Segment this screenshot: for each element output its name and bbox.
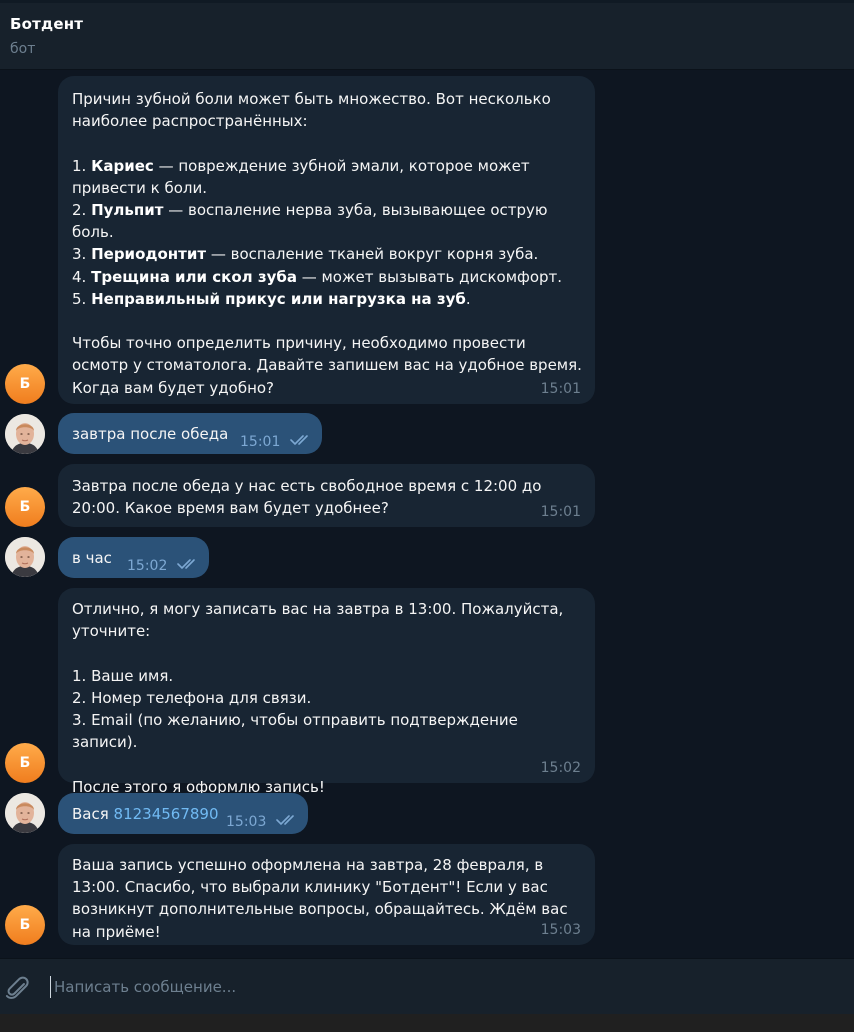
bot-message: Ваша запись успешно оформлена на завтра,… (58, 844, 595, 945)
double-check-icon (290, 435, 308, 446)
message-line: 5. Неправильный прикус или нагрузка на з… (72, 289, 471, 308)
message-line: 1. Кариес — повреждение зубной эмали, ко… (72, 156, 530, 197)
chat-header[interactable]: Ботдент бот (0, 3, 854, 70)
message-line: Завтра после обеда у нас есть свободное … (72, 477, 542, 518)
user-avatar[interactable] (5, 414, 45, 454)
chat-subtitle: бот (10, 41, 36, 57)
message-line: Чтобы точно определить причину, необходи… (72, 334, 582, 397)
message-text: Отлично, я могу записать вас на завтра в… (72, 598, 585, 798)
bot-avatar-letter: Б (19, 376, 31, 392)
message-line: 4. Трещина или скол зуба — может вызыват… (72, 267, 563, 286)
chat-title: Ботдент (10, 15, 84, 33)
bot-avatar-letter: Б (19, 499, 31, 515)
user-photo (5, 537, 45, 577)
message-text: Вася (72, 805, 114, 823)
message-time: 15:02 (127, 558, 168, 574)
telegram-window: Ботдент бот Причин зубной боли может быт… (0, 0, 854, 1032)
message-line: Отлично, я могу записать вас на завтра в… (72, 600, 564, 641)
bold-term: Периодонтит (91, 245, 207, 264)
bold-term: Неправильный прикус или нагрузка на зуб (91, 289, 466, 308)
message-text: в час (72, 549, 112, 567)
message-text: Завтра после обеда у нас есть свободное … (72, 475, 585, 519)
bot-avatar[interactable]: Б (5, 905, 45, 945)
double-check-icon (276, 815, 294, 826)
bot-message: Причин зубной боли может быть множество.… (58, 76, 595, 404)
message-line: 3. Периодонтит — воспаление тканей вокру… (72, 245, 539, 264)
bold-term: Трещина или скол зуба (91, 267, 297, 286)
message-text: завтра после обеда (72, 425, 229, 443)
user-avatar[interactable] (5, 793, 45, 833)
user-message: Вася 81234567890 15:03 (58, 793, 308, 834)
paperclip-icon[interactable] (4, 975, 32, 1003)
bold-term: Пульпит (91, 201, 164, 220)
message-time: 15:01 (540, 503, 581, 520)
message-time: 15:01 (240, 434, 281, 450)
message-list[interactable]: Причин зубной боли может быть множество.… (0, 70, 854, 958)
message-time: 15:02 (540, 759, 581, 776)
bot-message: Отлично, я могу записать вас на завтра в… (58, 588, 595, 796)
message-time: 15:03 (540, 921, 581, 938)
text-caret (50, 976, 51, 998)
double-check-icon (177, 559, 195, 570)
user-photo (5, 414, 45, 454)
user-photo (5, 793, 45, 833)
message-line: 2. Номер телефона для связи. (72, 688, 312, 707)
message-line: 3. Email (по желанию, чтобы отправить по… (72, 711, 518, 752)
message-line: Ваша запись успешно оформлена на завтра,… (72, 856, 568, 941)
message-line: Причин зубной боли может быть множество.… (72, 90, 551, 131)
message-time: 15:03 (226, 814, 267, 830)
message-time: 15:01 (540, 380, 581, 397)
message-text: Причин зубной боли может быть множество.… (72, 88, 585, 399)
message-line: 2. Пульпит — воспаление нерва зуба, вызы… (72, 201, 548, 242)
user-message: завтра после обеда 15:01 (58, 413, 322, 454)
message-line: 1. Ваше имя. (72, 666, 174, 685)
bot-avatar-letter: Б (19, 917, 31, 933)
user-message: в час 15:02 (58, 537, 209, 578)
phone-link[interactable]: 81234567890 (114, 805, 219, 823)
bot-avatar[interactable]: Б (5, 743, 45, 783)
message-composer (0, 958, 854, 1015)
bottom-strip (0, 1014, 854, 1032)
message-text: Ваша запись успешно оформлена на завтра,… (72, 854, 585, 943)
bot-message: Завтра после обеда у нас есть свободное … (58, 464, 595, 527)
bot-avatar[interactable]: Б (5, 487, 45, 527)
bot-avatar[interactable]: Б (5, 364, 45, 404)
message-input[interactable] (52, 971, 816, 1003)
user-avatar[interactable] (5, 537, 45, 577)
bold-term: Кариес (91, 156, 154, 175)
bot-avatar-letter: Б (19, 755, 31, 771)
